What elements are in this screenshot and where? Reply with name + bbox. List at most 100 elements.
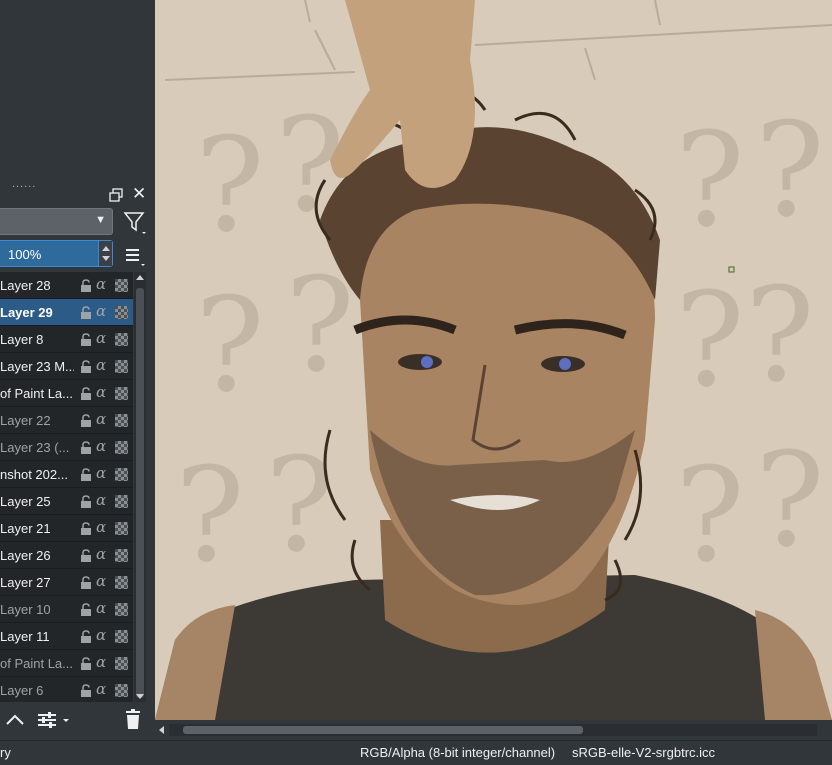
alpha-lock-icon[interactable]: α: [96, 302, 106, 320]
svg-text:?: ?: [195, 109, 265, 261]
inherit-alpha-icon[interactable]: [115, 630, 128, 643]
svg-text:?: ?: [675, 439, 745, 591]
filter-icon[interactable]: [122, 208, 148, 236]
inherit-alpha-icon[interactable]: [115, 441, 128, 454]
alpha-lock-icon[interactable]: α: [96, 329, 106, 347]
inherit-alpha-icon[interactable]: [115, 522, 128, 535]
lock-icon[interactable]: [79, 684, 93, 698]
lock-icon[interactable]: [79, 522, 93, 536]
inherit-alpha-icon[interactable]: [115, 333, 128, 346]
alpha-lock-icon[interactable]: α: [96, 653, 106, 671]
layer-row[interactable]: Layer 23 (... α: [0, 434, 133, 461]
layer-name: nshot 202...: [0, 467, 68, 482]
svg-text:?: ?: [175, 439, 245, 591]
layer-row[interactable]: Layer 22 α: [0, 407, 133, 434]
alpha-lock-icon[interactable]: α: [96, 626, 106, 644]
color-model-label[interactable]: RGB/Alpha (8-bit integer/channel): [360, 745, 555, 760]
lock-icon[interactable]: [79, 333, 93, 347]
lock-icon[interactable]: [79, 603, 93, 617]
hscroll-track[interactable]: [169, 724, 817, 736]
lock-icon[interactable]: [79, 414, 93, 428]
inherit-alpha-icon[interactable]: [115, 603, 128, 616]
inherit-alpha-icon[interactable]: [115, 657, 128, 670]
layer-row[interactable]: Layer 6 α: [0, 677, 133, 702]
delete-layer-icon[interactable]: [122, 708, 144, 732]
layer-name: Layer 28: [0, 278, 51, 293]
scroll-left-icon[interactable]: [157, 725, 167, 735]
scroll-up-icon[interactable]: [134, 272, 146, 284]
lock-icon[interactable]: [79, 468, 93, 482]
lock-icon[interactable]: [79, 657, 93, 671]
layer-name: Layer 29: [0, 305, 53, 320]
layer-row[interactable]: Layer 8 α: [0, 326, 133, 353]
statusbar: ry RGB/Alpha (8-bit integer/channel) sRG…: [0, 740, 832, 765]
lock-icon[interactable]: [79, 495, 93, 509]
layer-name: Layer 27: [0, 575, 51, 590]
opacity-value: 100%: [8, 247, 42, 262]
lock-icon[interactable]: [79, 576, 93, 590]
layer-properties-icon[interactable]: [36, 709, 72, 731]
dock-grip[interactable]: ......: [12, 178, 36, 190]
lock-icon[interactable]: [79, 630, 93, 644]
lock-icon[interactable]: [79, 360, 93, 374]
layer-row[interactable]: Layer 27 α: [0, 569, 133, 596]
color-profile-label[interactable]: sRGB-elle-V2-srgbtrc.icc: [572, 745, 715, 760]
alpha-lock-icon[interactable]: α: [96, 572, 106, 590]
layer-row[interactable]: of Paint La... α: [0, 650, 133, 677]
layer-row[interactable]: Layer 28 α: [0, 272, 133, 299]
alpha-lock-icon[interactable]: α: [96, 680, 106, 698]
inherit-alpha-icon[interactable]: [115, 684, 128, 697]
hscroll-thumb[interactable]: [183, 726, 583, 734]
alpha-lock-icon[interactable]: α: [96, 518, 106, 536]
alpha-lock-icon[interactable]: α: [96, 275, 106, 293]
layer-row[interactable]: Layer 21 α: [0, 515, 133, 542]
svg-text:?: ?: [755, 94, 825, 246]
alpha-lock-icon[interactable]: α: [96, 599, 106, 617]
inherit-alpha-icon[interactable]: [115, 360, 128, 373]
alpha-lock-icon[interactable]: α: [96, 491, 106, 509]
lock-icon[interactable]: [79, 279, 93, 293]
alpha-lock-icon[interactable]: α: [96, 464, 106, 482]
lock-icon[interactable]: [79, 549, 93, 563]
inherit-alpha-icon[interactable]: [115, 468, 128, 481]
lock-icon[interactable]: [79, 387, 93, 401]
inherit-alpha-icon[interactable]: [115, 495, 128, 508]
inherit-alpha-icon[interactable]: [115, 306, 128, 319]
alpha-lock-icon[interactable]: α: [96, 545, 106, 563]
alpha-lock-icon[interactable]: α: [96, 410, 106, 428]
svg-text:?: ?: [745, 259, 815, 411]
canvas[interactable]: ???? ???? ????: [155, 0, 832, 720]
inherit-alpha-icon[interactable]: [115, 549, 128, 562]
opacity-spinbox[interactable]: 100%: [0, 240, 113, 267]
opacity-stepper[interactable]: [98, 241, 112, 266]
scrollbar-thumb[interactable]: [136, 288, 144, 698]
move-layer-up-icon[interactable]: [4, 709, 26, 731]
layer-row[interactable]: Layer 11 α: [0, 623, 133, 650]
canvas-hscrollbar[interactable]: [155, 720, 832, 740]
inherit-alpha-icon[interactable]: [115, 414, 128, 427]
scroll-down-icon[interactable]: [134, 690, 146, 702]
layer-row[interactable]: of Paint La... α: [0, 380, 133, 407]
layer-row[interactable]: Layer 25 α: [0, 488, 133, 515]
inherit-alpha-icon[interactable]: [115, 387, 128, 400]
alpha-lock-icon[interactable]: α: [96, 356, 106, 374]
layer-row[interactable]: Layer 10 α: [0, 596, 133, 623]
alpha-lock-icon[interactable]: α: [96, 437, 106, 455]
alpha-lock-icon[interactable]: α: [96, 383, 106, 401]
layer-row[interactable]: Layer 29 α: [0, 299, 133, 326]
layer-name: Layer 23 M...: [0, 359, 74, 374]
blend-mode-select[interactable]: ▼: [0, 208, 113, 235]
inherit-alpha-icon[interactable]: [115, 279, 128, 292]
layer-list-scrollbar[interactable]: [134, 272, 146, 702]
layer-list: Layer 28 α Layer 29 α Layer 8 α Layer 23 M... α…: [0, 272, 133, 702]
close-docker-icon[interactable]: ✕: [132, 185, 146, 202]
hamburger-menu-icon[interactable]: [124, 244, 148, 268]
inherit-alpha-icon[interactable]: [115, 576, 128, 589]
lock-icon[interactable]: [79, 306, 93, 320]
lock-icon[interactable]: [79, 441, 93, 455]
svg-text:?: ?: [675, 264, 745, 416]
layer-row[interactable]: Layer 23 M... α: [0, 353, 133, 380]
layer-row[interactable]: Layer 26 α: [0, 542, 133, 569]
layer-row[interactable]: nshot 202... α: [0, 461, 133, 488]
float-docker-icon[interactable]: [109, 188, 123, 202]
